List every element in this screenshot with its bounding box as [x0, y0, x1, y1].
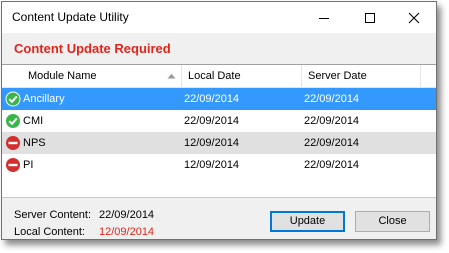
minimize-button[interactable]	[301, 2, 346, 33]
column-header-label: Server Date	[308, 70, 367, 82]
list-item[interactable]: Ancillary 22/09/2014 22/09/2014	[2, 88, 436, 110]
maximize-button[interactable]	[347, 2, 392, 33]
column-header-label: Local Date	[188, 70, 241, 82]
column-header-module-name[interactable]: Module Name	[2, 65, 182, 87]
server-date: 22/09/2014	[304, 115, 360, 127]
local-content-value: 12/09/2014	[99, 226, 155, 238]
list-item[interactable]: NPS 12/09/2014 22/09/2014	[2, 132, 436, 154]
update-required-heading: Content Update Required	[14, 41, 171, 56]
local-date: 12/09/2014	[184, 137, 240, 149]
column-header-label: Module Name	[28, 70, 97, 82]
close-window-button[interactable]	[391, 2, 436, 33]
column-header-server-date[interactable]: Server Date	[302, 65, 421, 87]
module-name: PI	[23, 159, 34, 171]
local-date: 22/09/2014	[184, 93, 240, 105]
module-name: NPS	[23, 137, 46, 149]
server-content-label: Server Content:	[14, 209, 92, 221]
list-header: Module Name Local Date Server Date	[2, 65, 436, 88]
module-list[interactable]: Module Name Local Date Server Date Ancil…	[2, 64, 436, 198]
list-item[interactable]: PI 12/09/2014 22/09/2014	[2, 154, 436, 176]
server-date: 22/09/2014	[304, 159, 360, 171]
close-button[interactable]: Close	[355, 211, 430, 232]
window-title: Content Update Utility	[12, 10, 129, 24]
server-content-value: 22/09/2014	[99, 209, 155, 221]
check-circle-icon	[5, 91, 21, 107]
check-circle-icon	[6, 114, 20, 128]
local-date: 12/09/2014	[184, 159, 240, 171]
module-name: Ancillary	[23, 93, 65, 105]
title-bar[interactable]: Content Update Utility	[2, 2, 436, 33]
no-entry-icon	[6, 136, 20, 150]
local-content-label: Local Content:	[14, 226, 85, 238]
server-date: 22/09/2014	[304, 137, 360, 149]
module-name: CMI	[23, 115, 44, 127]
dialog-window: Content Update Utility Content Update Re…	[1, 1, 437, 240]
local-date: 22/09/2014	[184, 115, 240, 127]
no-entry-icon	[6, 158, 20, 172]
close-icon	[408, 12, 419, 23]
update-button[interactable]: Update	[270, 211, 345, 232]
server-date: 22/09/2014	[304, 93, 360, 105]
update-button-label: Update	[289, 215, 326, 227]
maximize-icon	[364, 12, 375, 23]
column-header-local-date[interactable]: Local Date	[182, 65, 302, 87]
close-button-label: Close	[378, 215, 407, 227]
list-item[interactable]: CMI 22/09/2014 22/09/2014	[2, 110, 436, 132]
sort-ascending-icon	[167, 73, 176, 79]
minimize-icon	[318, 17, 329, 19]
